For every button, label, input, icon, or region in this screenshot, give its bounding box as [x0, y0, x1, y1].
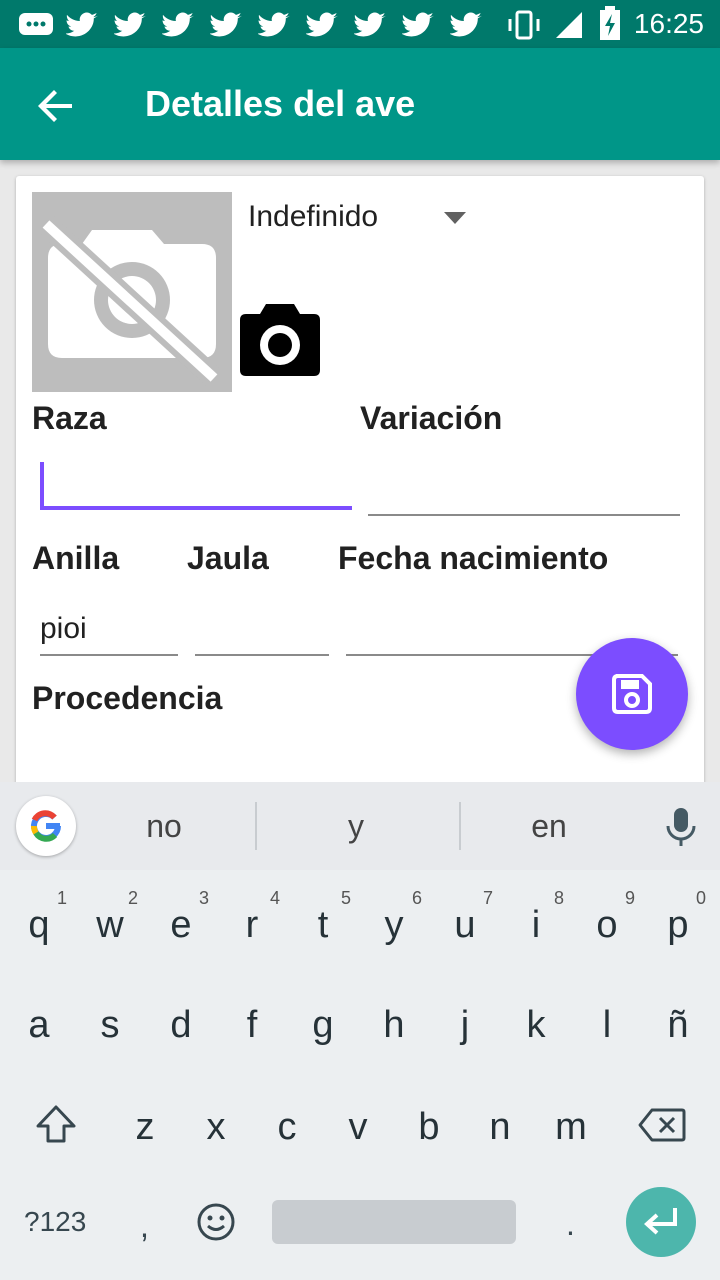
- message-icon: [19, 13, 53, 35]
- key-e[interactable]: e3: [149, 884, 213, 964]
- google-icon: [31, 810, 61, 842]
- key-x[interactable]: x: [184, 1086, 248, 1166]
- google-button[interactable]: [16, 796, 76, 856]
- jaula-label: Jaula: [187, 540, 269, 576]
- suggestion-2[interactable]: y: [266, 808, 446, 845]
- comma-key[interactable]: ,: [140, 1208, 149, 1245]
- raza-input[interactable]: [40, 458, 352, 510]
- key-m[interactable]: m: [539, 1086, 603, 1166]
- key-r[interactable]: r4: [220, 884, 284, 964]
- key-p[interactable]: p0: [646, 884, 710, 964]
- key-y[interactable]: y6: [362, 884, 426, 964]
- key-b[interactable]: b: [397, 1086, 461, 1166]
- variacion-label: Variación: [360, 400, 503, 436]
- dropdown-arrow-icon: [444, 212, 466, 224]
- twitter-icon: [258, 12, 291, 37]
- key-c[interactable]: c: [255, 1086, 319, 1166]
- symbols-key[interactable]: ?123: [24, 1206, 86, 1238]
- fecha-nacimiento-label: Fecha nacimiento: [338, 540, 609, 576]
- key-g[interactable]: g: [291, 984, 355, 1064]
- twitter-icon: [66, 12, 99, 37]
- camera-icon[interactable]: [240, 304, 320, 376]
- enter-key[interactable]: [626, 1187, 696, 1257]
- key-ñ[interactable]: ñ: [646, 984, 710, 1064]
- key-f[interactable]: f: [220, 984, 284, 1064]
- twitter-icon: [162, 12, 195, 37]
- suggestion-3[interactable]: en: [459, 808, 639, 845]
- twitter-icon: [450, 12, 483, 37]
- key-q[interactable]: q1: [7, 884, 71, 964]
- bird-photo[interactable]: [32, 192, 232, 392]
- key-d[interactable]: d: [149, 984, 213, 1064]
- key-u[interactable]: u7: [433, 884, 497, 964]
- shift-icon[interactable]: [34, 1104, 78, 1144]
- arrow-back-icon[interactable]: [36, 86, 76, 126]
- twitter-icon: [210, 12, 243, 37]
- twitter-icon: [354, 12, 387, 37]
- anilla-input[interactable]: pioi: [40, 606, 178, 656]
- key-t[interactable]: t5: [291, 884, 355, 964]
- raza-label: Raza: [32, 400, 107, 436]
- key-s[interactable]: s: [78, 984, 142, 1064]
- divider: [255, 802, 257, 850]
- sex-spinner[interactable]: Indefinido: [248, 196, 472, 244]
- app-bar: Detalles del ave: [0, 48, 720, 160]
- suggestion-1[interactable]: no: [74, 808, 254, 845]
- procedencia-label: Procedencia: [32, 680, 223, 716]
- key-v[interactable]: v: [326, 1086, 390, 1166]
- key-j[interactable]: j: [433, 984, 497, 1064]
- suggestion-strip: no y en: [0, 782, 720, 870]
- vibrate-icon: [508, 10, 540, 40]
- key-l[interactable]: l: [575, 984, 639, 1064]
- save-icon: [612, 674, 652, 714]
- period-key[interactable]: .: [566, 1206, 575, 1243]
- signal-icon: [556, 12, 582, 38]
- soft-keyboard: no y en q1w2e3r4t5y6u7i8o9p0 asdfghjklñ …: [0, 782, 720, 1280]
- key-k[interactable]: k: [504, 984, 568, 1064]
- no-photo-icon: [38, 215, 222, 387]
- text-cursor: [40, 462, 44, 510]
- key-a[interactable]: a: [7, 984, 71, 1064]
- jaula-input[interactable]: [195, 606, 329, 656]
- status-bar: 16:25: [0, 0, 720, 48]
- clock: 16:25: [633, 8, 704, 39]
- space-bar[interactable]: [272, 1200, 516, 1244]
- key-z[interactable]: z: [113, 1086, 177, 1166]
- sex-spinner-value: Indefinido: [248, 200, 379, 233]
- key-i[interactable]: i8: [504, 884, 568, 964]
- key-h[interactable]: h: [362, 984, 426, 1064]
- variacion-input[interactable]: [368, 466, 680, 516]
- enter-icon: [644, 1208, 677, 1235]
- twitter-icon: [402, 12, 435, 37]
- battery-icon: [600, 6, 620, 40]
- save-button[interactable]: [576, 638, 688, 750]
- anilla-label: Anilla: [32, 540, 120, 576]
- emoji-icon[interactable]: [196, 1202, 236, 1242]
- twitter-icon: [306, 12, 339, 37]
- mic-icon[interactable]: [664, 806, 698, 848]
- key-w[interactable]: w2: [78, 884, 142, 964]
- key-o[interactable]: o9: [575, 884, 639, 964]
- page-title: Detalles del ave: [145, 83, 416, 124]
- twitter-icon: [114, 12, 147, 37]
- key-n[interactable]: n: [468, 1086, 532, 1166]
- backspace-icon[interactable]: [638, 1108, 686, 1142]
